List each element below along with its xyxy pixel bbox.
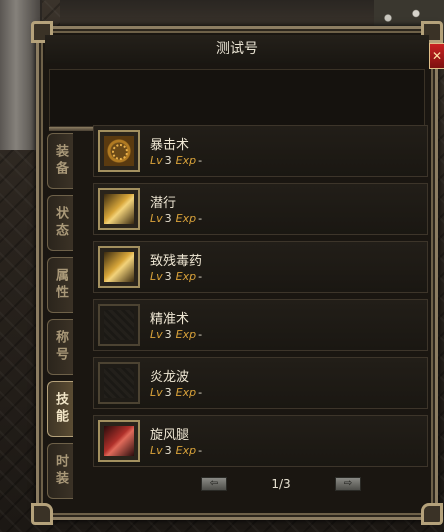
ring-rune-icon xyxy=(104,136,134,166)
character-panel: 测试号 ✕ 装备 状态 属性 称号 技能 时装 暴击术 Lv 3 Exp - 潜行 L… xyxy=(31,21,444,525)
exp-value: - xyxy=(198,212,203,225)
level-value: 3 xyxy=(164,386,172,399)
exp-label: Exp xyxy=(175,444,197,457)
exp-label: Exp xyxy=(175,328,197,341)
tab-titles[interactable]: 称号 xyxy=(47,319,73,375)
skill-row[interactable]: 炎龙波 Lv 3 Exp - xyxy=(93,357,428,409)
empty-slot-icon xyxy=(104,368,134,398)
exp-value: - xyxy=(198,386,203,399)
level-value: 3 xyxy=(164,328,172,341)
skill-slot[interactable] xyxy=(98,420,140,462)
skill-slot[interactable] xyxy=(98,130,140,172)
exp-label: Exp xyxy=(175,154,197,167)
level-label: Lv xyxy=(150,386,163,399)
header-area xyxy=(49,69,425,127)
exp-label: Exp xyxy=(175,212,197,225)
tab-status[interactable]: 状态 xyxy=(47,195,73,251)
level-label: Lv xyxy=(150,212,163,225)
skill-row[interactable]: 暴击术 Lv 3 Exp - xyxy=(93,125,428,177)
window-title: 测试号 xyxy=(45,35,429,63)
skill-row[interactable]: 潜行 Lv 3 Exp - xyxy=(93,183,428,235)
skill-name: 潜行 xyxy=(150,196,177,211)
skill-meta: Lv 3 Exp - xyxy=(150,444,202,457)
level-label: Lv xyxy=(150,444,163,457)
skill-slot[interactable] xyxy=(98,188,140,230)
skill-row[interactable]: 旋风腿 Lv 3 Exp - xyxy=(93,415,428,467)
level-label: Lv xyxy=(150,328,163,341)
skill-name: 旋风腿 xyxy=(150,428,190,443)
skill-row[interactable]: 致残毒药 Lv 3 Exp - xyxy=(93,241,428,293)
exp-value: - xyxy=(198,154,203,167)
next-page-button[interactable]: ⇨ xyxy=(335,477,361,491)
skill-meta: Lv 3 Exp - xyxy=(150,328,202,341)
pager: ⇦ 1/3 ⇨ xyxy=(201,477,361,495)
skill-meta: Lv 3 Exp - xyxy=(150,154,202,167)
skill-name: 炎龙波 xyxy=(150,370,190,385)
skill-meta: Lv 3 Exp - xyxy=(150,270,202,283)
skill-name: 暴击术 xyxy=(150,138,190,153)
exp-value: - xyxy=(198,444,203,457)
skill-row[interactable]: 精准术 Lv 3 Exp - xyxy=(93,299,428,351)
frame-corner xyxy=(421,503,443,525)
empty-slot-icon xyxy=(104,310,134,340)
side-tabs: 装备 状态 属性 称号 技能 时装 xyxy=(47,133,77,505)
level-label: Lv xyxy=(150,270,163,283)
exp-label: Exp xyxy=(175,270,197,283)
level-value: 3 xyxy=(164,270,172,283)
tab-skills[interactable]: 技能 xyxy=(47,381,73,437)
level-value: 3 xyxy=(164,212,172,225)
skill-name: 致残毒药 xyxy=(150,254,203,269)
frame-corner xyxy=(31,503,53,525)
skill-slot[interactable] xyxy=(98,362,140,404)
skill-meta: Lv 3 Exp - xyxy=(150,212,202,225)
exp-value: - xyxy=(198,270,203,283)
skill-list: 暴击术 Lv 3 Exp - 潜行 Lv 3 Exp - 致残毒药 Lv 3 Exp - 精准术 … xyxy=(93,125,428,473)
level-value: 3 xyxy=(164,444,172,457)
skill-slot[interactable] xyxy=(98,246,140,288)
gold-claw-icon xyxy=(104,194,134,224)
level-value: 3 xyxy=(164,154,172,167)
exp-label: Exp xyxy=(175,386,197,399)
red-claw-icon xyxy=(104,426,134,456)
level-label: Lv xyxy=(150,154,163,167)
skill-name: 精准术 xyxy=(150,312,190,327)
tab-equipment[interactable]: 装备 xyxy=(47,133,73,189)
tab-fashion[interactable]: 时装 xyxy=(47,443,73,499)
skill-meta: Lv 3 Exp - xyxy=(150,386,202,399)
skill-slot[interactable] xyxy=(98,304,140,346)
gold-claw-icon xyxy=(104,252,134,282)
tab-attributes[interactable]: 属性 xyxy=(47,257,73,313)
exp-value: - xyxy=(198,328,203,341)
close-button[interactable]: ✕ xyxy=(429,43,444,69)
